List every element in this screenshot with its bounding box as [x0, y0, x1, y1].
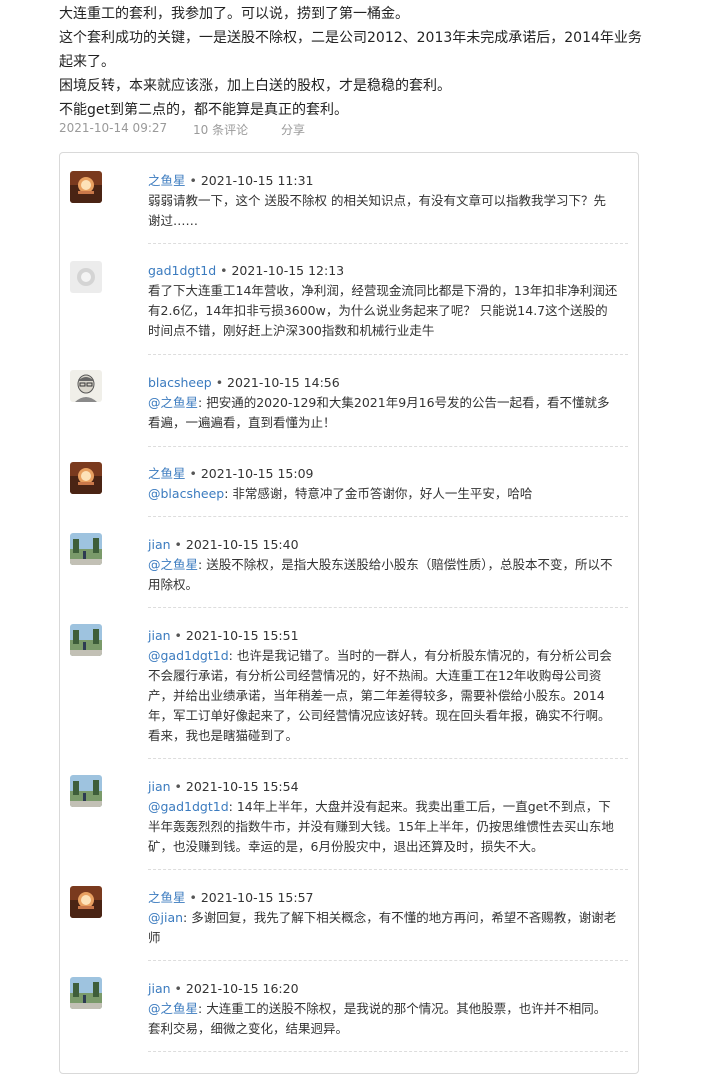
comment-text: : 把安通的2020-129和大集2021年9月16号发的公告一起看，看不懂就多… — [148, 395, 610, 430]
comment-time: 2021-10-15 15:51 — [185, 628, 299, 643]
comment-author[interactable]: gad1dgt1d — [148, 263, 216, 278]
post-content: 大连重工的套利，我参加了。可以说，捞到了第一桶金。 这个套利成功的关键，一是送股… — [59, 2, 649, 122]
post-date: 2021-10-14 09:27 — [59, 121, 168, 135]
separator-dot: • — [174, 779, 186, 794]
comment-mention[interactable]: @gad1dgt1d — [148, 648, 229, 663]
comment-divider — [148, 354, 628, 355]
separator-dot: • — [189, 466, 201, 481]
comment-time: 2021-10-15 15:54 — [185, 779, 299, 794]
sketch-portrait-avatar[interactable] — [70, 370, 102, 402]
comment-divider — [148, 869, 628, 870]
comment-time: 2021-10-15 15:09 — [200, 466, 314, 481]
post-meta: 2021-10-14 09:27 10 条评论 分享 — [59, 121, 305, 138]
comment-body: 之鱼星 • 2021-10-15 15:57 @jian: 多谢回复，我先了解下… — [148, 888, 618, 948]
comment-text: : 多谢回复，我先了解下相关概念，有不懂的地方再问，希望不吝赐教，谢谢老师 — [148, 910, 617, 945]
comment-body: blacsheep • 2021-10-15 14:56 @之鱼星: 把安通的2… — [148, 373, 618, 433]
comment-body: 之鱼星 • 2021-10-15 11:31 弱弱请教一下，这个 送股不除权 的… — [148, 171, 618, 231]
separator-dot: • — [174, 537, 186, 552]
separator-dot: • — [189, 173, 201, 188]
comment-time: 2021-10-15 14:56 — [227, 375, 340, 390]
comment-divider — [148, 607, 628, 608]
comment-body: jian • 2021-10-15 15:54 @gad1dgt1d: 14年上… — [148, 777, 618, 857]
separator-dot: • — [174, 628, 186, 643]
comment-divider — [148, 446, 628, 447]
comment-text: : 大连重工的送股不除权，是我说的那个情况。其他股票，也许并不相同。套利交易，细… — [148, 1001, 607, 1036]
comment-mention[interactable]: @blacsheep — [148, 486, 224, 501]
post-paragraph: 大连重工的套利，我参加了。可以说，捞到了第一桶金。 — [59, 6, 409, 22]
landscape-avatar[interactable] — [70, 775, 102, 807]
comment-text: 弱弱请教一下，这个 送股不除权 的相关知识点，有没有文章可以指教我学习下？先谢过… — [148, 193, 606, 228]
comment-author[interactable]: 之鱼星 — [148, 466, 186, 481]
comment-time: 2021-10-15 16:20 — [185, 981, 299, 996]
separator-dot: • — [220, 263, 232, 278]
comment-mention[interactable]: @之鱼星 — [148, 395, 198, 410]
comment-text: : 非常感谢，特意冲了金币答谢你，好人一生平安，哈哈 — [224, 486, 533, 501]
sunset-avatar[interactable] — [70, 462, 102, 494]
comment-mention[interactable]: @之鱼星 — [148, 1001, 198, 1016]
comment-body: jian • 2021-10-15 15:51 @gad1dgt1d: 也许是我… — [148, 626, 618, 746]
comment-time: 2021-10-15 11:31 — [200, 173, 314, 188]
sunset-avatar[interactable] — [70, 171, 102, 203]
comment-author[interactable]: jian — [148, 779, 171, 794]
comment-divider — [148, 516, 628, 517]
comment-divider — [148, 243, 628, 244]
landscape-avatar[interactable] — [70, 977, 102, 1009]
separator-dot: • — [174, 981, 186, 996]
post-paragraph: 困境反转，本来就应该涨，加上白送的股权，才是稳稳的套利。 — [59, 78, 451, 94]
comment-author[interactable]: blacsheep — [148, 375, 212, 390]
comment-author[interactable]: 之鱼星 — [148, 173, 186, 188]
comment-body: gad1dgt1d • 2021-10-15 12:13 看了下大连重工14年营… — [148, 261, 618, 341]
comment-author[interactable]: jian — [148, 628, 171, 643]
post-paragraph: 这个套利成功的关键，一是送股不除权，二是公司2012、2013年未完成承诺后，2… — [59, 30, 642, 70]
separator-dot: • — [215, 375, 228, 390]
comment-divider — [148, 758, 628, 759]
landscape-avatar[interactable] — [70, 533, 102, 565]
landscape-avatar[interactable] — [70, 624, 102, 656]
comment-text: : 送股不除权，是指大股东送股给小股东（赔偿性质），总股本不变，所以不用除权。 — [148, 557, 613, 592]
comment-time: 2021-10-15 15:40 — [185, 537, 299, 552]
sunset-avatar[interactable] — [70, 886, 102, 918]
comment-mention[interactable]: @之鱼星 — [148, 557, 198, 572]
post-paragraph: 不能get到第二点的，都不能算是真正的套利。 — [59, 102, 348, 118]
comment-time: 2021-10-15 15:57 — [200, 890, 314, 905]
comment-divider — [148, 960, 628, 961]
separator-dot: • — [189, 890, 201, 905]
share-link[interactable]: 分享 — [281, 121, 305, 138]
comment-text: 看了下大连重工14年营收，净利润，经营现金流同比都是下滑的，13年扣非净利润还有… — [148, 283, 618, 338]
comments-panel: 之鱼星 • 2021-10-15 11:31 弱弱请教一下，这个 送股不除权 的… — [59, 152, 639, 1074]
comment-body: jian • 2021-10-15 15:40 @之鱼星: 送股不除权，是指大股… — [148, 535, 618, 595]
comment-body: 之鱼星 • 2021-10-15 15:09 @blacsheep: 非常感谢，… — [148, 464, 618, 504]
gray-default-avatar[interactable] — [70, 261, 102, 293]
comment-mention[interactable]: @jian — [148, 910, 183, 925]
comment-author[interactable]: 之鱼星 — [148, 890, 186, 905]
comment-time: 2021-10-15 12:13 — [231, 263, 345, 278]
comment-author[interactable]: jian — [148, 981, 171, 996]
comments-count-link[interactable]: 10 条评论 — [193, 121, 281, 138]
comment-mention[interactable]: @gad1dgt1d — [148, 799, 229, 814]
comment-body: jian • 2021-10-15 16:20 @之鱼星: 大连重工的送股不除权… — [148, 979, 618, 1039]
comment-author[interactable]: jian — [148, 537, 171, 552]
